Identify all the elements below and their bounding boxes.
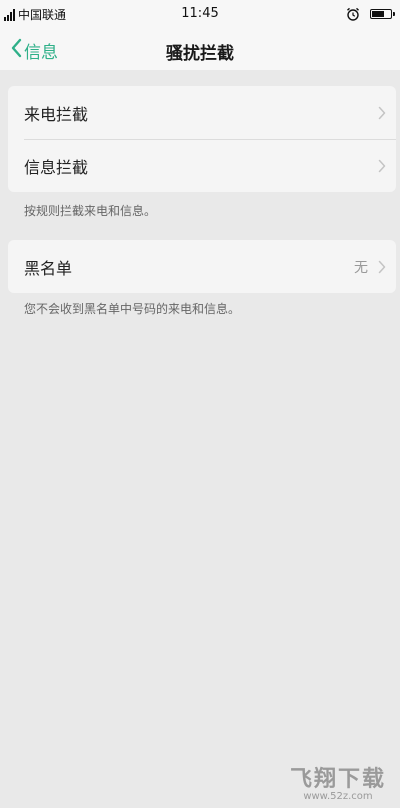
chevron-right-icon xyxy=(378,159,386,173)
blacklist-row[interactable]: 黑名单 无 xyxy=(8,240,396,293)
interception-caption: 按规则拦截来电和信息。 xyxy=(24,204,157,218)
blacklist-value: 无 xyxy=(354,259,368,276)
status-time: 11:45 xyxy=(181,6,219,21)
page-title: 骚扰拦截 xyxy=(166,44,234,64)
chevron-right-icon xyxy=(378,106,386,120)
message-interception-row[interactable]: 信息拦截 xyxy=(8,139,396,192)
blacklist-label: 黑名单 xyxy=(24,258,73,278)
call-interception-label: 来电拦截 xyxy=(24,104,89,124)
call-interception-row[interactable]: 来电拦截 xyxy=(8,86,396,139)
blacklist-group: 黑名单 无 xyxy=(8,240,396,293)
status-right xyxy=(346,7,395,21)
alarm-clock-icon xyxy=(346,7,360,21)
watermark-url: www.52z.com xyxy=(303,791,373,802)
nav-bar: 信息 骚扰拦截 xyxy=(0,30,400,70)
interception-group: 来电拦截 信息拦截 xyxy=(8,86,396,192)
message-interception-label: 信息拦截 xyxy=(24,157,89,177)
chevron-right-icon xyxy=(378,260,386,274)
watermark: 飞翔下载 www.52z.com xyxy=(290,761,386,802)
status-bar: 中国联通 11:45 xyxy=(0,0,400,30)
battery-fill xyxy=(372,11,384,17)
battery-icon xyxy=(370,9,395,19)
watermark-logo: 飞翔下载 xyxy=(289,767,386,792)
blacklist-caption: 您不会收到黑名单中号码的来电和信息。 xyxy=(24,302,241,316)
